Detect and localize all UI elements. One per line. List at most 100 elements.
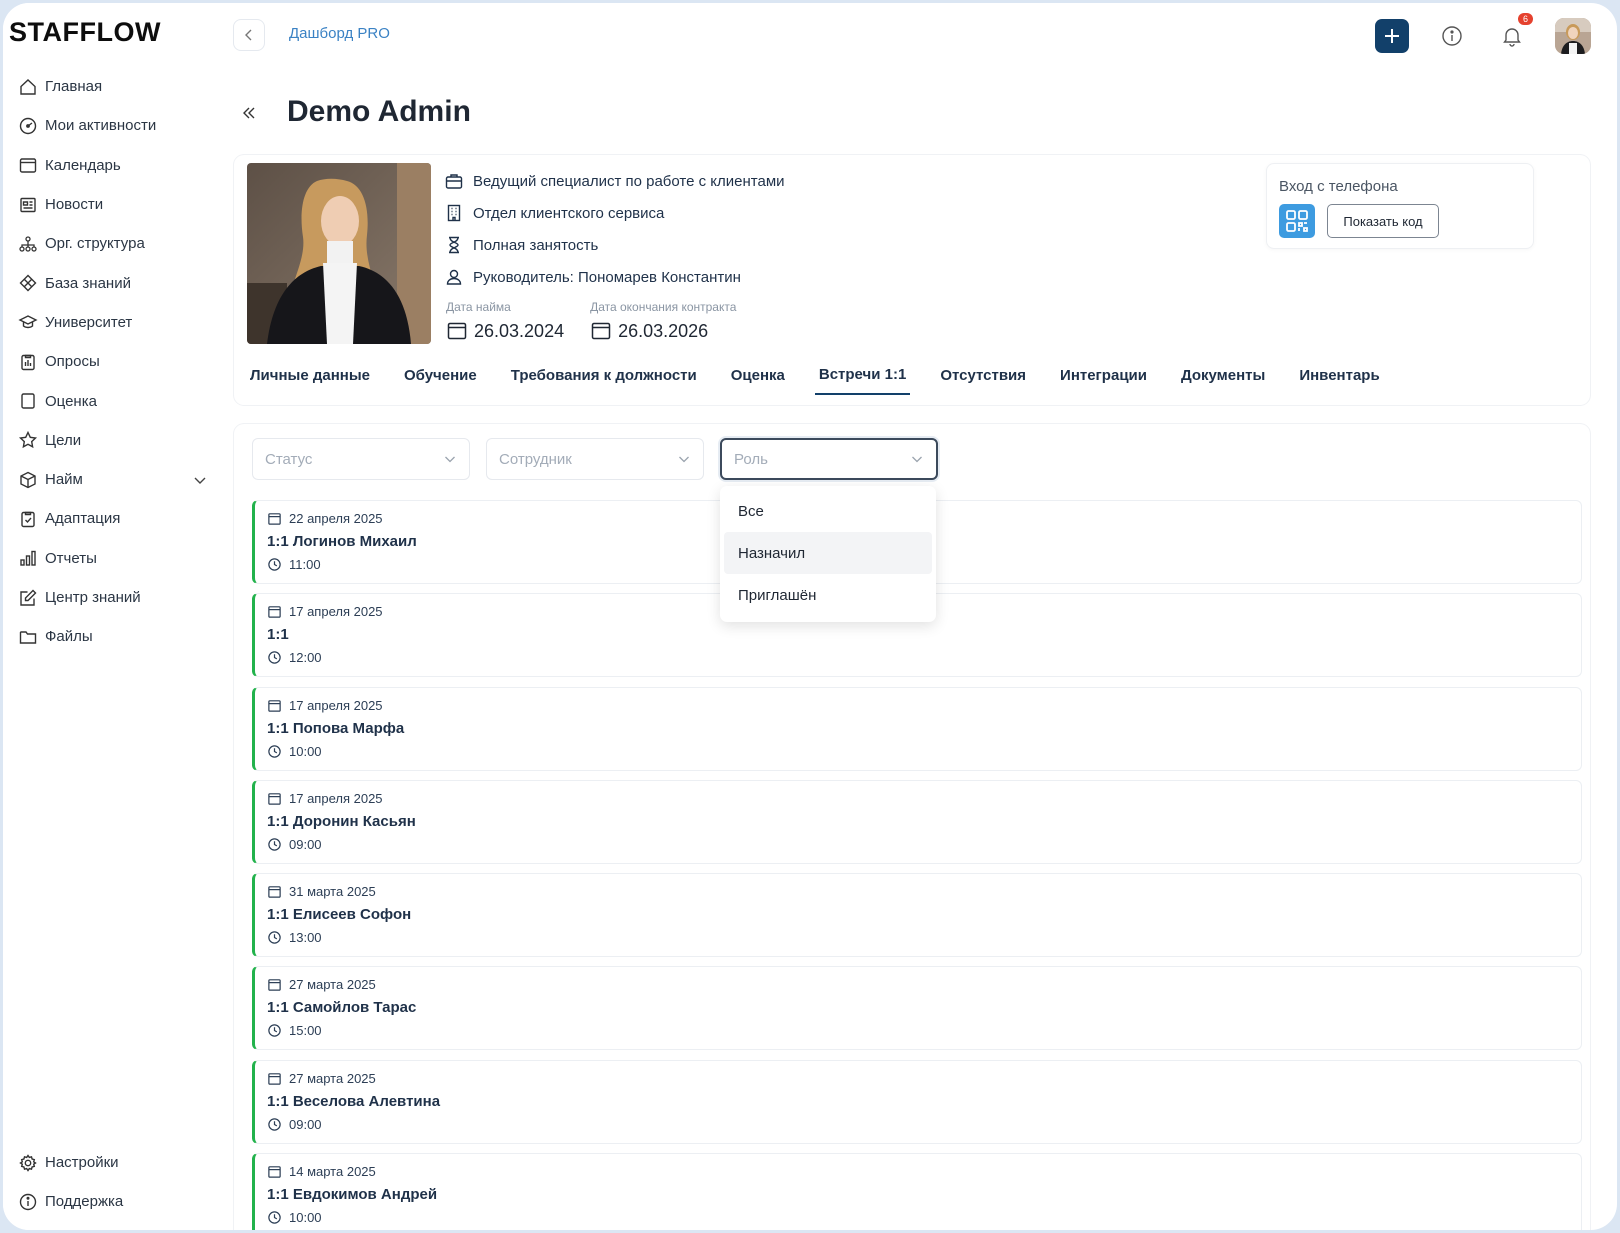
meeting-time: 09:00 — [289, 1116, 322, 1132]
sidebar-item-knowledge-center[interactable]: Центр знаний — [18, 578, 208, 617]
sidebar-item-evaluation[interactable]: Оценка — [18, 381, 208, 420]
profile-card: Ведущий специалист по работе с клиентами… — [234, 155, 1590, 405]
qr-code-button[interactable] — [1279, 204, 1315, 238]
meeting-time-row: 15:00 — [267, 1023, 322, 1038]
sidebar-item-goals[interactable]: Цели — [18, 421, 208, 460]
chevron-left-icon — [245, 29, 252, 41]
sidebar-item-label: Поддержка — [45, 1193, 124, 1211]
meeting-title: 1:1 Веселова Алевтина — [267, 1092, 441, 1110]
meeting-card[interactable]: 27 марта 2025 1:1 Веселова Алевтина 09:0… — [252, 1059, 1582, 1144]
sidebar-item-label: Цели — [45, 431, 82, 449]
meeting-date-row: 17 апреля 2025 — [267, 698, 383, 713]
gear-icon — [19, 1153, 37, 1172]
meeting-time-row: 12:00 — [267, 650, 322, 665]
notifications-button[interactable]: 6 — [1495, 13, 1533, 53]
tab-training[interactable]: Обучение — [400, 355, 481, 395]
app-logo[interactable]: STAFFLOW — [9, 17, 161, 48]
notification-badge: 6 — [1517, 13, 1533, 25]
qr-code-icon — [1286, 210, 1308, 232]
sidebar-item-knowledge-base[interactable]: База знаний — [18, 263, 208, 302]
manager-row: Руководитель: Пономарев Константин — [444, 261, 785, 293]
role-option-assigned[interactable]: Назначил — [724, 532, 932, 574]
sidebar-item-support[interactable]: Поддержка — [18, 1182, 208, 1221]
cube-icon — [20, 471, 36, 488]
role-filter[interactable]: Роль — [720, 438, 938, 480]
sidebar-item-label: Оценка — [45, 392, 97, 410]
sidebar-item-activities[interactable]: Мои активности — [18, 106, 208, 145]
sidebar-item-files[interactable]: Файлы — [18, 617, 208, 656]
tab-meetings[interactable]: Встречи 1:1 — [814, 355, 911, 395]
sidebar-item-adaptation[interactable]: Адаптация — [18, 499, 208, 538]
sidebar-item-label: Университет — [45, 313, 133, 331]
role-option-all[interactable]: Все — [724, 490, 932, 532]
sidebar-item-org-structure[interactable]: Орг. структура — [18, 224, 208, 263]
tab-evaluation[interactable]: Оценка — [727, 355, 789, 395]
add-button[interactable] — [1375, 19, 1409, 53]
sidebar-item-university[interactable]: Университет — [18, 303, 208, 342]
sidebar-item-settings[interactable]: Настройки — [18, 1143, 208, 1182]
meeting-card[interactable]: 17 апреля 2025 1:1 Попова Марфа 10:00 — [252, 686, 1582, 771]
meeting-card[interactable]: 31 марта 2025 1:1 Елисеев Софон 13:00 — [252, 873, 1582, 958]
tab-job-requirements[interactable]: Требования к должности — [507, 355, 701, 395]
tab-inventory[interactable]: Инвентарь — [1295, 355, 1383, 395]
meeting-title: 1:1 Логинов Михаил — [267, 533, 417, 550]
tab-integrations[interactable]: Интеграции — [1056, 355, 1151, 395]
sidebar-item-calendar[interactable]: Календарь — [18, 146, 208, 185]
profile-photo — [247, 163, 431, 344]
collapse-button[interactable] — [241, 101, 257, 127]
meeting-time: 13:00 — [289, 930, 322, 946]
help-button[interactable] — [1435, 19, 1469, 53]
sidebar-item-home[interactable]: Главная — [18, 67, 208, 106]
plus-icon — [1385, 29, 1399, 43]
position: Ведущий специалист по работе с клиентами — [473, 172, 785, 190]
meeting-card[interactable]: 14 марта 2025 1:1 Евдокимов Андрей 10:00 — [252, 1153, 1582, 1230]
meeting-time-row: 13:00 — [267, 930, 322, 945]
hire-date-block: Дата найма 26.03.2024 — [446, 300, 564, 342]
meeting-card[interactable]: 27 марта 2025 1:1 Самойлов Тарас 15:00 — [252, 966, 1582, 1051]
role-option-invited[interactable]: Приглашён — [724, 574, 932, 616]
sidebar-item-label: Настройки — [45, 1154, 119, 1172]
employee-filter[interactable]: Сотрудник — [486, 438, 704, 480]
meeting-title: 1:1 Елисеев Софон — [267, 906, 412, 924]
meeting-date-row: 27 марта 2025 — [267, 977, 376, 992]
show-code-button[interactable]: Показать код — [1327, 204, 1439, 238]
sidebar-item-news[interactable]: Новости — [18, 185, 208, 224]
sidebar-item-label: Главная — [45, 78, 103, 96]
hire-date-value-row: 26.03.2024 — [446, 320, 564, 342]
tab-absences[interactable]: Отсутствия — [936, 355, 1030, 395]
avatar[interactable] — [1555, 18, 1591, 54]
double-chevron-left-icon — [243, 107, 255, 119]
chevron-down-icon[interactable] — [192, 472, 208, 488]
breadcrumb[interactable]: Дашборд PRO — [289, 25, 390, 42]
hourglass-icon — [449, 236, 459, 254]
sidebar-item-label: Новости — [45, 196, 104, 214]
phone-login-panel: Вход с телефона Показать код — [1266, 163, 1534, 249]
sidebar-item-surveys[interactable]: Опросы — [18, 342, 208, 381]
square-icon — [21, 393, 35, 409]
back-button[interactable] — [233, 19, 265, 51]
sidebar-item-label: Орг. структура — [45, 235, 145, 253]
meetings-panel: Статус Сотрудник Роль Все Назначил Пригл… — [234, 424, 1590, 1230]
clipboard-icon — [21, 354, 35, 370]
calendar-icon — [19, 158, 37, 173]
status-filter[interactable]: Статус — [252, 438, 470, 480]
contract-end-block: Дата окончания контракта 26.03.2026 — [590, 300, 736, 342]
clock-icon — [268, 1118, 281, 1131]
meeting-card[interactable]: 17 апреля 2025 1:1 Доронин Касьян 09:00 — [252, 779, 1582, 864]
tab-personal-data[interactable]: Личные данные — [246, 355, 374, 395]
meeting-title: 1:1 Попова Марфа — [267, 719, 405, 737]
meeting-date: 27 марта 2025 — [289, 977, 376, 993]
meeting-time: 12:00 — [289, 650, 322, 666]
meeting-date-row: 31 марта 2025 — [267, 884, 376, 899]
user-avatar-image — [1555, 18, 1591, 54]
info-icon — [19, 1193, 37, 1211]
meeting-date-row: 27 марта 2025 — [267, 1071, 376, 1086]
sidebar-item-label: База знаний — [45, 274, 131, 292]
meeting-date: 17 апреля 2025 — [289, 697, 383, 713]
sidebar-item-reports[interactable]: Отчеты — [18, 539, 208, 578]
sidebar-item-hiring[interactable]: Найм — [18, 460, 208, 499]
meeting-title: 1:1 Доронин Касьян — [267, 812, 416, 830]
sidebar-item-label: Файлы — [45, 628, 93, 646]
tab-documents[interactable]: Документы — [1177, 355, 1269, 395]
calendar-icon — [268, 1166, 281, 1178]
